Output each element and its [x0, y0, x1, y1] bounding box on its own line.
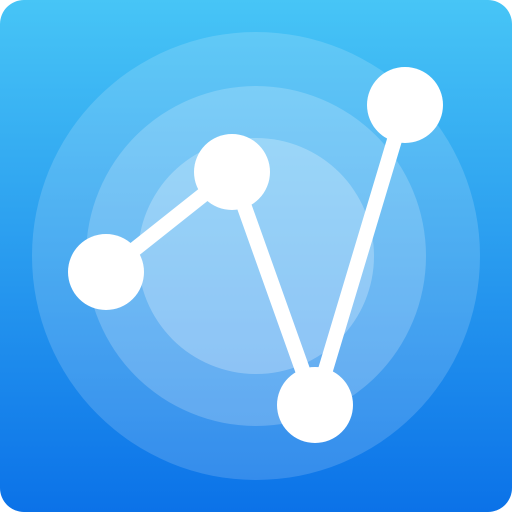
node-1 [68, 234, 144, 310]
node-4 [367, 67, 443, 143]
app-icon-graphic [0, 0, 512, 512]
node-3 [277, 367, 353, 443]
node-2 [194, 134, 270, 210]
app-icon [0, 0, 512, 512]
